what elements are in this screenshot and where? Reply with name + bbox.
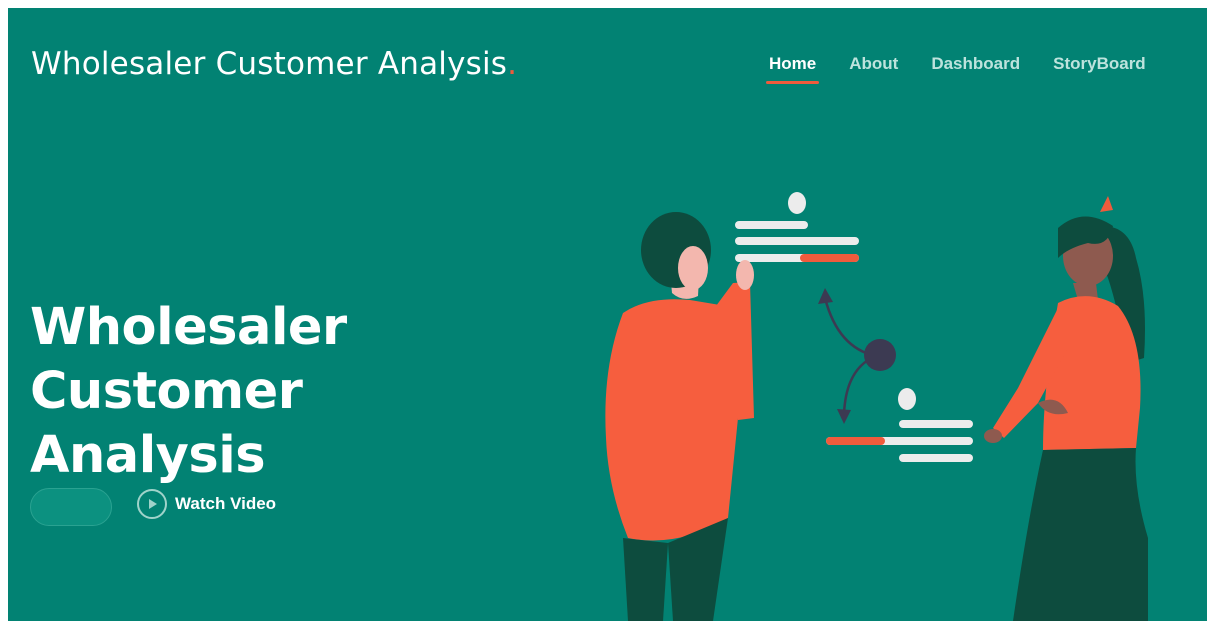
nav-storyboard[interactable]: StoryBoard	[1053, 54, 1146, 84]
nav-about[interactable]: About	[849, 54, 898, 84]
brand-dot: .	[507, 46, 518, 82]
hero-title-line2: Analysis	[30, 426, 266, 485]
play-icon[interactable]	[137, 489, 167, 519]
woman-figure	[984, 196, 1148, 621]
lower-data-card	[826, 388, 973, 462]
nav-dashboard[interactable]: Dashboard	[931, 54, 1020, 84]
upper-data-card	[735, 192, 859, 262]
nav-home[interactable]: Home	[765, 54, 820, 84]
watch-video-label: Watch Video	[175, 494, 277, 513]
brand-text: Wholesaler Customer Analysis	[31, 46, 508, 82]
get-started-button[interactable]	[30, 488, 112, 526]
man-figure	[605, 212, 754, 621]
hero-title: Wholesaler Customer Analysis	[30, 296, 590, 488]
hero-title-line1: Wholesaler Customer	[30, 298, 347, 421]
hero-illustration	[605, 192, 1148, 621]
main-nav: Home About Dashboard StoryBoard	[765, 54, 1146, 84]
site-logo[interactable]: Wholesaler Customer Analysis.	[31, 46, 517, 82]
hero-section: Wholesaler Customer Analysis. Home About…	[8, 8, 1207, 621]
watch-video-link[interactable]: Watch Video	[137, 489, 276, 519]
